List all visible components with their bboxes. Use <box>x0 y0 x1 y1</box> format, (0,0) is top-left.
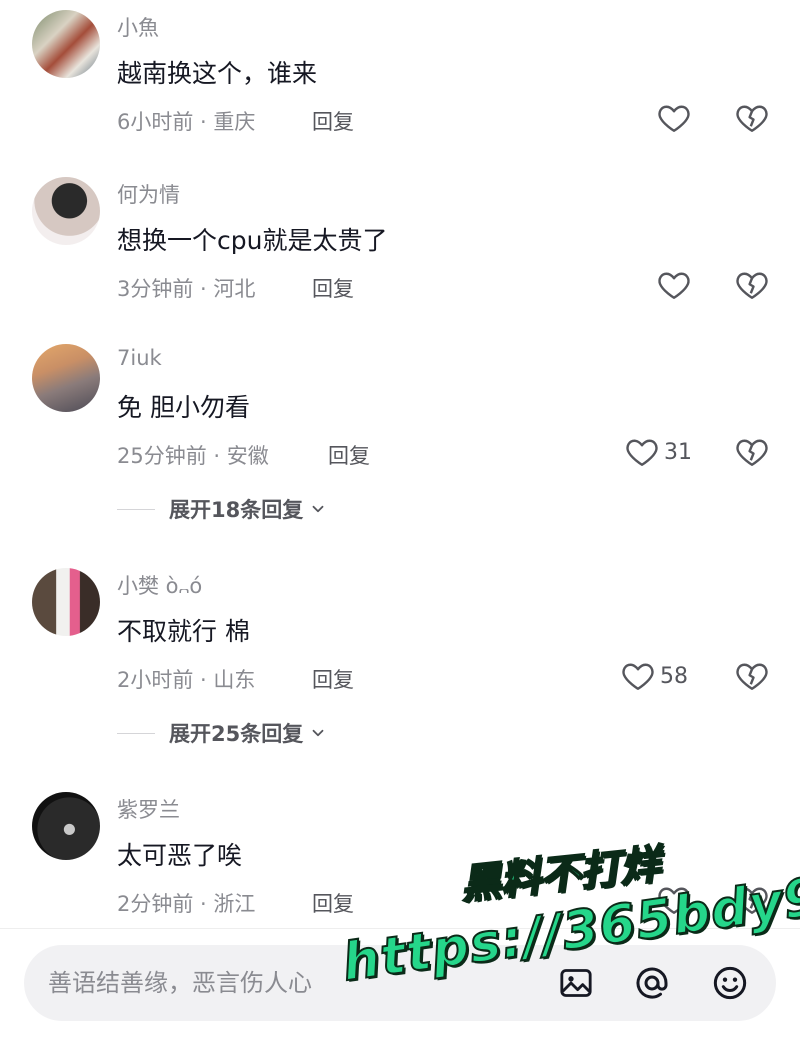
like-count: 58 <box>660 663 688 689</box>
like-button[interactable] <box>656 267 692 303</box>
like-button[interactable]: 31 <box>624 434 692 470</box>
comment-text: 想换一个cpu就是太贵了 <box>117 226 388 255</box>
chevron-down-icon <box>312 729 324 737</box>
dislike-button[interactable] <box>734 434 770 470</box>
expand-replies-label: 展开18条回复 <box>169 498 304 522</box>
reply-button[interactable]: 回复 <box>312 273 354 303</box>
comment-username[interactable]: 紫罗兰 <box>117 794 180 824</box>
like-button[interactable] <box>656 882 692 918</box>
avatar[interactable] <box>32 344 100 412</box>
broken-heart-icon <box>736 105 768 132</box>
heart-icon <box>658 272 690 299</box>
comment-username[interactable]: 何为情 <box>117 179 180 209</box>
comment-meta: 6小时前 · 重庆 <box>117 110 256 134</box>
broken-heart-icon <box>736 272 768 299</box>
divider <box>117 732 155 734</box>
image-icon[interactable] <box>556 963 596 1003</box>
dislike-button[interactable] <box>734 882 770 918</box>
comment-username[interactable]: 小樊 ò᎔ó <box>117 570 202 600</box>
avatar[interactable] <box>32 568 100 636</box>
avatar[interactable] <box>32 10 100 78</box>
comment-username[interactable]: 小魚 <box>117 12 159 42</box>
comment-text: 免 胆小勿看 <box>117 393 250 422</box>
expand-replies-button[interactable]: 展开25条回复 <box>117 718 327 748</box>
comment-text: 太可恶了唉 <box>117 841 243 870</box>
comment-composer <box>0 928 800 1037</box>
broken-heart-icon <box>736 887 768 914</box>
comment-meta: 25分钟前 · 安徽 <box>117 444 269 468</box>
avatar[interactable] <box>32 792 100 860</box>
expand-replies-label: 展开25条回复 <box>169 722 304 746</box>
comment-meta: 2小时前 · 山东 <box>117 668 256 692</box>
heart-icon <box>626 439 658 466</box>
comment-meta: 2分钟前 · 浙江 <box>117 892 256 916</box>
broken-heart-icon <box>736 663 768 690</box>
watermark-title: 黑料不打烊 <box>458 841 664 910</box>
reply-button[interactable]: 回复 <box>328 440 370 470</box>
broken-heart-icon <box>736 439 768 466</box>
dislike-button[interactable] <box>734 658 770 694</box>
expand-replies-button[interactable]: 展开18条回复 <box>117 494 327 524</box>
heart-icon <box>658 887 690 914</box>
like-button[interactable] <box>656 100 692 136</box>
comment-text: 越南换这个，谁来 <box>117 59 318 88</box>
avatar[interactable] <box>32 177 100 245</box>
comment-input[interactable] <box>48 945 548 1021</box>
comment-text: 不取就行 棉 <box>117 617 250 646</box>
emoji-icon[interactable] <box>710 963 750 1003</box>
reply-button[interactable]: 回复 <box>312 888 354 918</box>
reply-button[interactable]: 回复 <box>312 106 354 136</box>
like-button[interactable]: 58 <box>620 658 688 694</box>
comment-username[interactable]: 7iuk <box>117 346 162 370</box>
comment-input-box[interactable] <box>24 945 776 1021</box>
heart-icon <box>622 663 654 690</box>
dislike-button[interactable] <box>734 100 770 136</box>
divider <box>117 508 155 510</box>
comment-meta: 3分钟前 · 河北 <box>117 277 256 301</box>
like-count: 31 <box>664 439 692 465</box>
heart-icon <box>658 105 690 132</box>
reply-button[interactable]: 回复 <box>312 664 354 694</box>
at-icon[interactable] <box>632 963 672 1003</box>
dislike-button[interactable] <box>734 267 770 303</box>
chevron-down-icon <box>312 505 324 513</box>
